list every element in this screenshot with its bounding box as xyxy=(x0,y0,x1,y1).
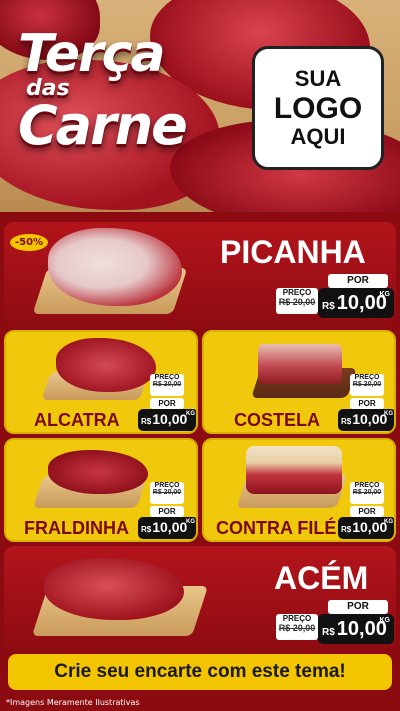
price-tag: PREÇO R$ 20,00 POR R$ 10,00 KG xyxy=(338,374,394,432)
old-price: PREÇO R$ 20,00 xyxy=(150,374,184,396)
hero-title-line3: Carne xyxy=(18,94,188,157)
unit: KG xyxy=(379,617,391,624)
unit: KG xyxy=(384,519,393,525)
product-card-acem: ACÉM POR PREÇO R$ 20,00 R$ 10,00 KG xyxy=(4,546,396,650)
old-price: PREÇO R$ 20,00 xyxy=(150,482,184,504)
old-price-label: PREÇO xyxy=(354,374,380,381)
old-price: PREÇO R$ 20,00 xyxy=(350,482,384,504)
hero-title: Terça das Carne xyxy=(18,28,228,154)
old-price-value: R$ 20,00 xyxy=(278,623,316,633)
currency: R$ xyxy=(341,525,352,534)
por-label: POR xyxy=(328,274,388,288)
price-value: 10,00 xyxy=(352,411,388,427)
price-value: 10,00 xyxy=(352,519,388,535)
price-tag: PREÇO R$ 20,00 POR R$ 10,00 KG xyxy=(338,482,394,540)
old-price-label: PREÇO xyxy=(282,288,312,297)
disclaimer: *Imagens Meramente Ilustrativas xyxy=(6,698,140,707)
acem-image xyxy=(44,558,184,620)
current-price: R$ 10,00 KG xyxy=(318,288,394,318)
logo-text-2: LOGO xyxy=(273,91,363,125)
product-name: CONTRA FILÉ xyxy=(216,518,337,538)
old-price-value: R$ 20,00 xyxy=(352,489,382,496)
unit: KG xyxy=(186,519,195,525)
currency: R$ xyxy=(341,417,352,426)
currency: R$ xyxy=(141,525,152,534)
old-price-label: PREÇO xyxy=(354,482,380,489)
product-card-costela: COSTELA PREÇO R$ 20,00 POR R$ 10,00 KG xyxy=(202,330,396,434)
contra-file-image xyxy=(246,446,342,494)
cta-banner: Crie seu encarte com este tema! xyxy=(8,654,392,690)
old-price-label: PREÇO xyxy=(154,482,180,489)
old-price-value: R$ 20,00 xyxy=(278,297,316,307)
current-price: R$ 10,00 KG xyxy=(138,517,196,539)
price-tag: PREÇO R$ 20,00 POR R$ 10,00 KG xyxy=(138,482,196,540)
old-price-label: PREÇO xyxy=(282,614,312,623)
price-tag: POR PREÇO R$ 20,00 R$ 10,00 KG xyxy=(276,274,394,322)
unit: KG xyxy=(379,291,391,298)
price-value: 10,00 xyxy=(152,519,188,535)
current-price: R$ 10,00 KG xyxy=(338,409,394,431)
por-label: POR xyxy=(350,506,384,517)
price-tag: POR PREÇO R$ 20,00 R$ 10,00 KG xyxy=(276,600,394,648)
por-label: POR xyxy=(328,600,388,614)
product-name: ACÉM xyxy=(274,560,369,596)
old-price: PREÇO R$ 20,00 xyxy=(276,288,318,314)
old-price-value: R$ 20,00 xyxy=(152,381,182,388)
product-card-picanha: -50% PICANHA POR PREÇO R$ 20,00 R$ 10,00… xyxy=(4,222,396,326)
current-price: R$ 10,00 KG xyxy=(138,409,196,431)
por-label: POR xyxy=(150,398,184,409)
currency: R$ xyxy=(322,627,335,638)
price-value: 10,00 xyxy=(152,411,188,427)
hero-banner: Terça das Carne SUA LOGO AQUI xyxy=(0,0,400,212)
logo-placeholder: SUA LOGO AQUI xyxy=(252,46,384,170)
unit: KG xyxy=(384,411,393,417)
picanha-image xyxy=(48,228,182,306)
costela-image xyxy=(258,344,342,384)
hero-title-line1: Terça xyxy=(18,24,166,84)
product-card-alcatra: ALCATRA PREÇO R$ 20,00 POR R$ 10,00 KG xyxy=(4,330,198,434)
unit: KG xyxy=(186,411,195,417)
old-price-label: PREÇO xyxy=(154,374,180,381)
product-name: ALCATRA xyxy=(34,410,120,430)
price-tag: PREÇO R$ 20,00 POR R$ 10,00 KG xyxy=(138,374,196,432)
old-price: PREÇO R$ 20,00 xyxy=(350,374,384,396)
discount-badge: -50% xyxy=(10,234,49,251)
currency: R$ xyxy=(322,301,335,312)
por-label: POR xyxy=(150,506,184,517)
current-price: R$ 10,00 KG xyxy=(318,614,394,644)
por-label: POR xyxy=(350,398,384,409)
product-card-fraldinha: FRALDINHA PREÇO R$ 20,00 POR R$ 10,00 KG xyxy=(4,438,198,542)
product-card-contra-file: CONTRA FILÉ PREÇO R$ 20,00 POR R$ 10,00 … xyxy=(202,438,396,542)
logo-text-3: AQUI xyxy=(290,123,346,149)
logo-text-1: SUA xyxy=(294,66,342,92)
old-price-value: R$ 20,00 xyxy=(352,381,382,388)
fraldinha-image xyxy=(48,450,148,494)
product-name: PICANHA xyxy=(220,234,366,270)
old-price: PREÇO R$ 20,00 xyxy=(276,614,318,640)
product-name: COSTELA xyxy=(234,410,321,430)
currency: R$ xyxy=(141,417,152,426)
current-price: R$ 10,00 KG xyxy=(338,517,394,539)
product-name: FRALDINHA xyxy=(24,518,129,538)
old-price-value: R$ 20,00 xyxy=(152,489,182,496)
